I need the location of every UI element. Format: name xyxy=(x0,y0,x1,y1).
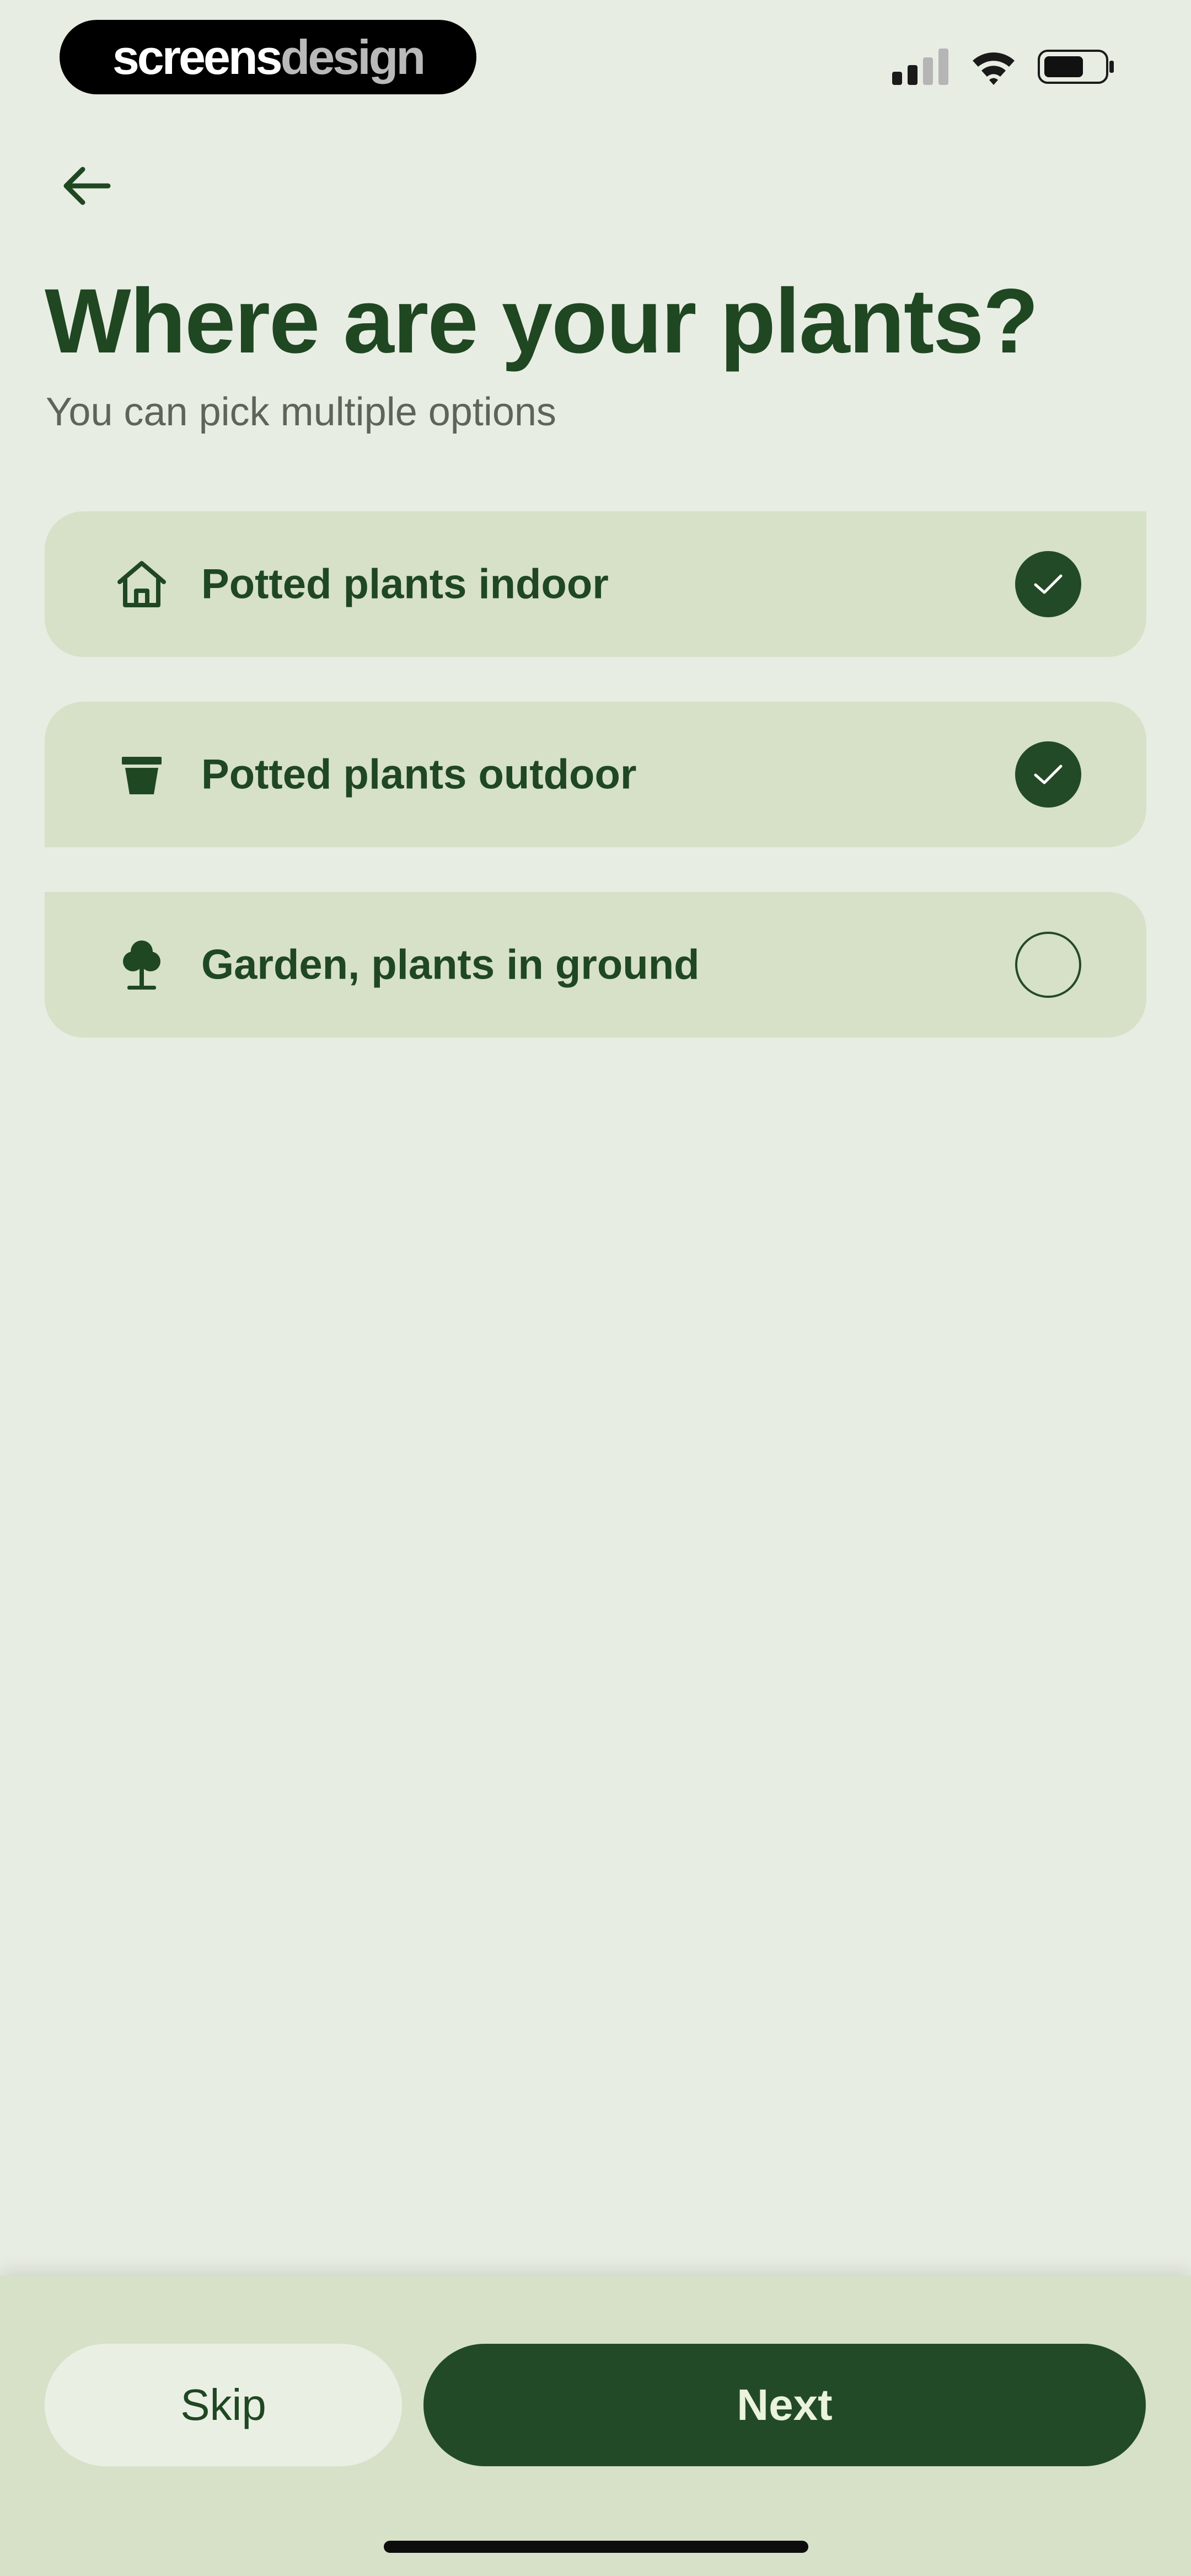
checkmark-icon xyxy=(1034,765,1063,784)
bottom-action-bar: Skip Next xyxy=(0,2276,1191,2576)
options-list: Potted plants indoor Potted plants outdo… xyxy=(45,511,1146,1082)
checkmark-icon xyxy=(1034,574,1063,594)
onboarding-screen: screens design Where are your plants? You… xyxy=(0,0,1191,2576)
page-title: Where are your plants? xyxy=(45,270,1039,372)
arrow-left-icon xyxy=(63,167,111,205)
screensdesign-watermark: screens design xyxy=(60,20,476,94)
option-potted-indoor[interactable]: Potted plants indoor xyxy=(45,511,1146,657)
status-icons xyxy=(892,49,1115,85)
next-button[interactable]: Next xyxy=(423,2344,1146,2466)
option-label: Potted plants outdoor xyxy=(201,751,637,798)
option-checkbox-checked[interactable] xyxy=(1015,551,1081,617)
option-label: Potted plants indoor xyxy=(201,560,609,608)
option-potted-outdoor[interactable]: Potted plants outdoor xyxy=(45,702,1146,847)
brand-text-part2: design xyxy=(280,29,426,84)
cellular-signal-icon xyxy=(892,49,948,85)
house-icon xyxy=(114,557,169,612)
option-garden-ground[interactable]: Garden, plants in ground xyxy=(45,892,1146,1038)
home-indicator[interactable] xyxy=(384,2541,808,2553)
option-checkbox-checked[interactable] xyxy=(1015,741,1081,808)
page-subtitle: You can pick multiple options xyxy=(46,390,556,434)
flower-pot-icon xyxy=(114,747,169,802)
option-checkbox-unchecked[interactable] xyxy=(1015,932,1081,998)
option-label: Garden, plants in ground xyxy=(201,941,700,988)
back-button[interactable] xyxy=(53,156,119,216)
skip-button[interactable]: Skip xyxy=(45,2344,402,2466)
wifi-icon xyxy=(973,52,1015,85)
battery-icon xyxy=(1038,50,1114,84)
tree-icon xyxy=(114,937,169,992)
brand-text-part1: screens xyxy=(112,29,283,84)
